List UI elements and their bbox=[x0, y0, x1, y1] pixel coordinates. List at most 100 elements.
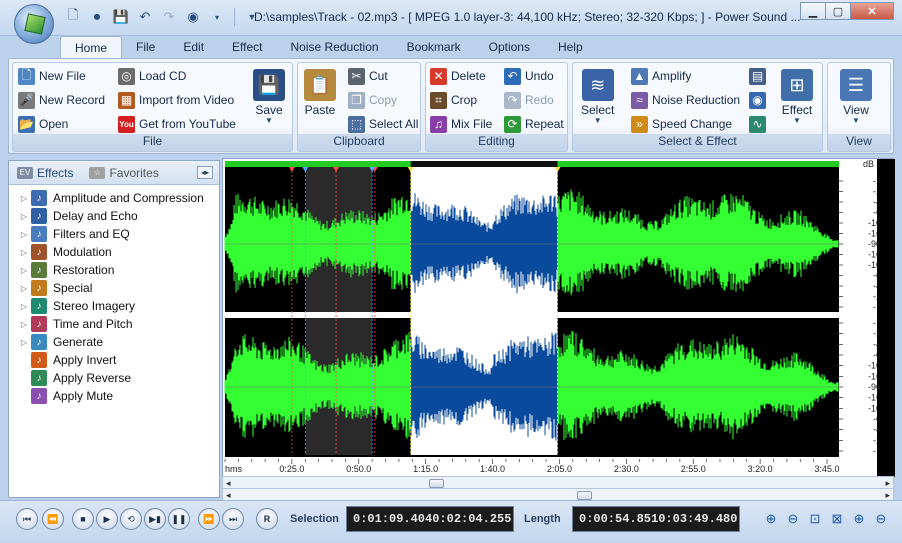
effect-shortcut-2[interactable]: ◉ bbox=[749, 89, 770, 111]
expand-arrow-icon[interactable]: ▷ bbox=[17, 230, 31, 239]
loop-button[interactable]: ⟲ bbox=[120, 508, 142, 530]
expand-arrow-icon[interactable]: ▷ bbox=[17, 284, 31, 293]
restoration-icon: ♪ bbox=[31, 262, 47, 278]
zoom-in-icon[interactable]: ⊕ bbox=[762, 510, 780, 528]
tab-noise-reduction[interactable]: Noise Reduction bbox=[277, 36, 393, 58]
effect-shortcut-3[interactable]: ∿ bbox=[749, 113, 770, 135]
expand-arrow-icon[interactable]: ▷ bbox=[17, 302, 31, 311]
stop-button[interactable]: ■ bbox=[72, 508, 94, 530]
expand-arrow-icon[interactable]: ▷ bbox=[17, 248, 31, 257]
zoom-selection-icon[interactable]: ⊠ bbox=[828, 510, 846, 528]
position-scroll-thumb[interactable] bbox=[577, 491, 592, 500]
expand-arrow-icon[interactable]: ▷ bbox=[17, 266, 31, 275]
record-icon[interactable]: ⏺ bbox=[86, 7, 108, 27]
redo-icon[interactable]: ↷ bbox=[158, 7, 180, 27]
rewind-button[interactable]: ⏪ bbox=[42, 508, 64, 530]
select-button[interactable]: ≋ Select ▼ bbox=[581, 69, 614, 125]
time-tick-label: 2:55.0 bbox=[681, 464, 706, 474]
effect-item[interactable]: ▷♪Apply Mute bbox=[9, 387, 219, 405]
effect-label: Apply Invert bbox=[53, 353, 117, 367]
tab-home[interactable]: Home bbox=[60, 36, 123, 58]
mix-file-icon: ♫ bbox=[430, 115, 447, 133]
effect-item[interactable]: ▷ ♪ Delay and Echo bbox=[9, 207, 219, 225]
effect-item[interactable]: ▷ ♪ Amplitude and Compression bbox=[9, 189, 219, 207]
minimize-button[interactable]: ▁ bbox=[800, 2, 826, 20]
cd-icon[interactable]: ◉ bbox=[182, 7, 204, 27]
undo-icon[interactable]: ↶ bbox=[134, 7, 156, 27]
zoom-out-icon[interactable]: ⊖ bbox=[784, 510, 802, 528]
effect-shortcut-1[interactable]: ▤ bbox=[749, 65, 770, 87]
effect-item[interactable]: ▷ ♪ Special bbox=[9, 279, 219, 297]
expand-arrow-icon[interactable]: ▷ bbox=[17, 320, 31, 329]
close-button[interactable]: ✕ bbox=[850, 2, 894, 20]
new-file-button[interactable]: 🗋 New File bbox=[18, 65, 86, 87]
save-button[interactable]: 💾 Save ▼ bbox=[253, 69, 285, 125]
panel-scroll-arrows[interactable]: ◂▸ bbox=[197, 166, 213, 179]
copy-button[interactable]: ❐ Copy bbox=[348, 89, 397, 111]
speed-change-button[interactable]: » Speed Change bbox=[631, 113, 732, 135]
effect-item[interactable]: ▷♪Apply Reverse bbox=[9, 369, 219, 387]
open-button[interactable]: 📂 Open bbox=[18, 113, 68, 135]
undo-button[interactable]: ↶ Undo bbox=[504, 65, 554, 87]
waveform-view[interactable]: dB -1 -2 -4 -6 -10 -16 -90 -16 -10 -6 -4 -2 -1 -1 -2 -4-… bbox=[222, 158, 895, 498]
zoom-vertical-out-icon[interactable]: ⊖ bbox=[872, 510, 890, 528]
amplify-button[interactable]: ▲ Amplify bbox=[631, 65, 691, 87]
paste-button[interactable]: 📋 Paste bbox=[304, 69, 336, 117]
expand-arrow-icon[interactable]: ▷ bbox=[17, 338, 31, 347]
tab-file[interactable]: File bbox=[122, 36, 169, 58]
repeat-button[interactable]: ⟳ Repeat bbox=[504, 113, 564, 135]
mix-file-button[interactable]: ♫ Mix File bbox=[430, 113, 492, 135]
tab-edit[interactable]: Edit bbox=[169, 36, 218, 58]
new-record-button[interactable]: 🎤 New Record bbox=[18, 89, 105, 111]
play-button[interactable]: ▶ bbox=[96, 508, 118, 530]
echo-icon: ◉ bbox=[749, 91, 766, 109]
play-selection-button[interactable]: ▶▮ bbox=[144, 508, 166, 530]
delete-button[interactable]: ✕ Delete bbox=[430, 65, 486, 87]
go-end-button[interactable]: ⏭ bbox=[222, 508, 244, 530]
crop-button[interactable]: ⌗ Crop bbox=[430, 89, 477, 111]
effect-item[interactable]: ▷ ♪ Time and Pitch bbox=[9, 315, 219, 333]
effect-item[interactable]: ▷♪Apply Invert bbox=[9, 351, 219, 369]
cut-label: Cut bbox=[369, 69, 388, 83]
selection-start-time: 0:01:09.404 bbox=[353, 512, 433, 526]
effect-button[interactable]: ⊞ Effect ▼ bbox=[781, 69, 813, 125]
select-all-button[interactable]: ⬚ Select All bbox=[348, 113, 418, 135]
tab-favorites[interactable]: ☆ Favorites bbox=[81, 162, 166, 184]
tab-effect[interactable]: Effect bbox=[218, 36, 276, 58]
dropdown-icon[interactable]: ▾ bbox=[206, 7, 228, 27]
fast-forward-button[interactable]: ⏩ bbox=[198, 508, 220, 530]
waveform-canvas[interactable]: dB-1-2-4-6-10-16-90-16-10-6-4-2-1-1-2-4-… bbox=[223, 159, 895, 477]
zoom-vertical-in-icon[interactable]: ⊕ bbox=[850, 510, 868, 528]
effect-item[interactable]: ▷ ♪ Modulation bbox=[9, 243, 219, 261]
application-menu-button[interactable] bbox=[14, 4, 54, 44]
overview-selection bbox=[410, 161, 558, 167]
get-youtube-button[interactable]: You Get from YouTube bbox=[118, 113, 236, 135]
tab-options[interactable]: Options bbox=[475, 36, 544, 58]
record-button[interactable]: R bbox=[256, 508, 278, 530]
new-icon[interactable]: 🗋 bbox=[62, 7, 84, 27]
pause-button[interactable]: ❚❚ bbox=[168, 508, 190, 530]
tab-help[interactable]: Help bbox=[544, 36, 597, 58]
import-video-button[interactable]: ▦ Import from Video bbox=[118, 89, 234, 111]
tab-effects[interactable]: EV Effects bbox=[9, 162, 81, 184]
effect-item[interactable]: ▷ ♪ Restoration bbox=[9, 261, 219, 279]
expand-arrow-icon[interactable]: ▷ bbox=[17, 194, 31, 203]
zoom-full-icon[interactable]: ⊡ bbox=[806, 510, 824, 528]
noise-reduction-button[interactable]: ≈ Noise Reduction bbox=[631, 89, 740, 111]
redo-button[interactable]: ↷ Redo bbox=[504, 89, 554, 111]
expand-arrow-icon[interactable]: ▷ bbox=[17, 212, 31, 221]
effect-item[interactable]: ▷ ♪ Stereo Imagery bbox=[9, 297, 219, 315]
view-button[interactable]: ☰ View ▼ bbox=[840, 69, 872, 125]
save-icon[interactable]: 💾 bbox=[110, 7, 132, 27]
effect-label: Filters and EQ bbox=[53, 227, 130, 241]
effect-item[interactable]: ▷ ♪ Generate bbox=[9, 333, 219, 351]
load-cd-button[interactable]: ◎ Load CD bbox=[118, 65, 186, 87]
cut-button[interactable]: ✂ Cut bbox=[348, 65, 388, 87]
go-start-button[interactable]: ⏮ bbox=[16, 508, 38, 530]
transport-bar: ⏮ ⏪ ■ ▶ ⟲ ▶▮ ❚❚ ⏩ ⏭ R Selection 0:01:09.… bbox=[0, 500, 902, 543]
maximize-button[interactable]: ▢ bbox=[825, 2, 851, 20]
zoom-scroll-thumb[interactable] bbox=[429, 479, 444, 488]
effect-item[interactable]: ▷ ♪ Filters and EQ bbox=[9, 225, 219, 243]
go-start-icon: ⏮ bbox=[22, 513, 32, 524]
tab-bookmark[interactable]: Bookmark bbox=[393, 36, 475, 58]
